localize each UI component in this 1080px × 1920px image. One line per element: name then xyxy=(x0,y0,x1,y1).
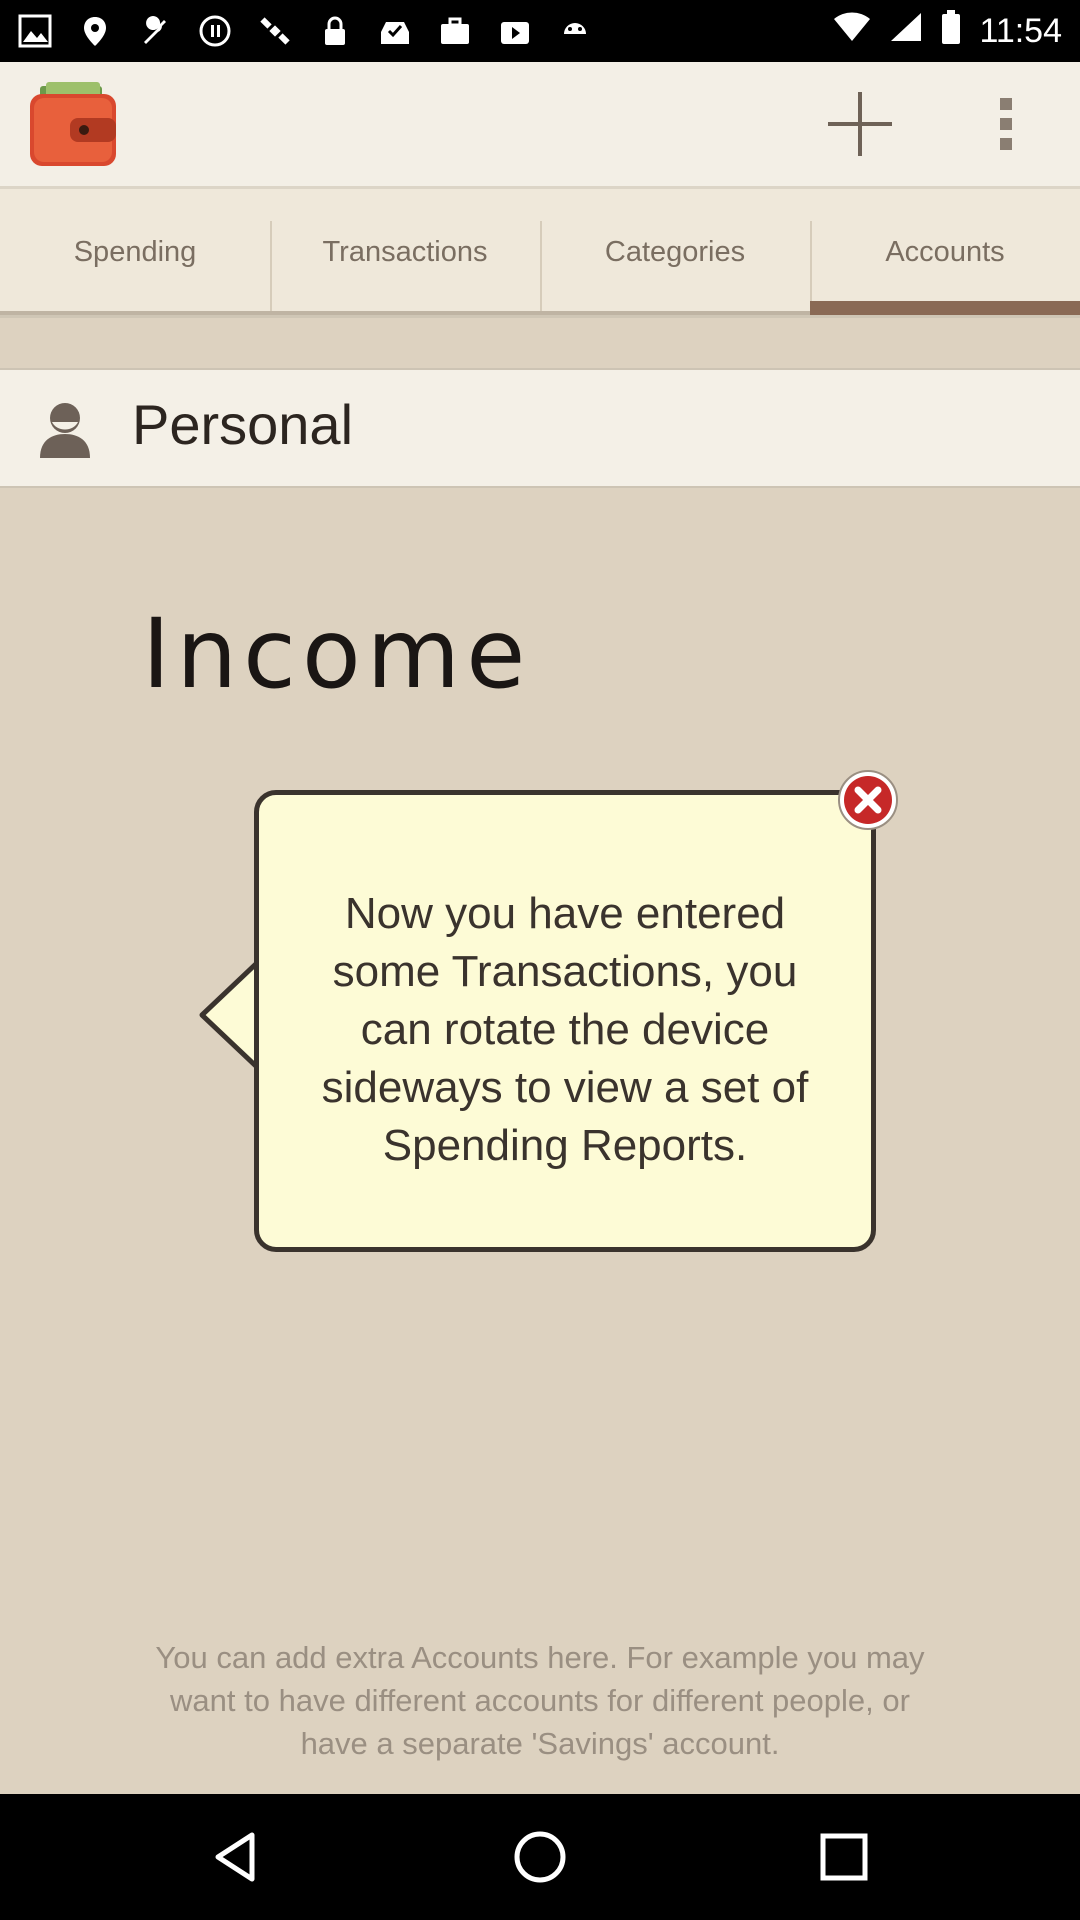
status-right: 11:54 xyxy=(833,9,1062,53)
tab-label: Categories xyxy=(604,235,746,268)
tab-underline xyxy=(540,311,810,315)
signal-icon xyxy=(889,11,923,52)
wifi-icon xyxy=(833,11,871,52)
back-button[interactable] xyxy=(208,1829,264,1885)
app-bar xyxy=(0,62,1080,189)
tooltip-line: can rotate the device xyxy=(360,1005,770,1054)
account-name: Personal xyxy=(132,393,354,456)
tab-label: Accounts xyxy=(885,235,1005,268)
tab-underline xyxy=(0,311,270,315)
home-icon xyxy=(514,1831,566,1883)
play-store-icon xyxy=(498,14,532,48)
close-tooltip-button[interactable] xyxy=(836,768,900,832)
recents-button[interactable] xyxy=(816,1829,872,1885)
home-button[interactable] xyxy=(512,1829,568,1885)
tooltip-line: Spending Reports. xyxy=(382,1121,748,1170)
section-heading: Income xyxy=(142,598,532,710)
navigation-bar xyxy=(0,1794,1080,1920)
briefcase-icon xyxy=(438,14,472,48)
overflow-menu-button[interactable] xyxy=(980,88,1032,160)
wrench-icon xyxy=(138,14,172,48)
inbox-check-icon xyxy=(378,14,412,48)
android-icon xyxy=(558,14,592,48)
recents-icon xyxy=(820,1833,868,1881)
person-icon xyxy=(38,400,92,458)
status-bar: 11:54 xyxy=(0,0,1080,62)
tooltip-line: sideways to view a set of xyxy=(321,1063,809,1112)
tab-active-indicator xyxy=(810,301,1080,315)
tooltip-line: Now you have entered xyxy=(344,889,786,938)
tab-transactions[interactable]: Transactions xyxy=(270,189,540,315)
tooltip-text: Now you have entered some Transactions, … xyxy=(279,885,851,1175)
plus-icon xyxy=(828,92,892,156)
tab-underline xyxy=(270,311,540,315)
stop-icon xyxy=(198,14,232,48)
footer-line: want to have different accounts for diff… xyxy=(170,1683,910,1718)
tooltip-line: some Transactions, you xyxy=(332,947,798,996)
battery-icon xyxy=(941,9,961,53)
satellite-icon xyxy=(258,14,292,48)
close-icon xyxy=(838,770,898,830)
tab-label: Transactions xyxy=(322,235,488,268)
tab-spending[interactable]: Spending xyxy=(0,189,270,315)
notification-icons xyxy=(18,0,592,62)
wallet-icon[interactable] xyxy=(30,82,116,166)
add-button[interactable] xyxy=(824,88,896,160)
tab-accounts[interactable]: Accounts xyxy=(810,189,1080,315)
tab-bar: Spending Transactions Categories Account… xyxy=(0,189,1080,318)
footer-tip: You can add extra Accounts here. For exa… xyxy=(70,1636,1010,1765)
tab-categories[interactable]: Categories xyxy=(540,189,810,315)
tab-label: Spending xyxy=(73,235,197,268)
account-row[interactable]: Personal xyxy=(0,368,1080,488)
photo-icon xyxy=(18,14,52,48)
footer-line: have a separate 'Savings' account. xyxy=(300,1726,780,1761)
lock-icon xyxy=(318,14,352,48)
footer-line: You can add extra Accounts here. For exa… xyxy=(155,1640,925,1675)
tooltip-bubble: Now you have entered some Transactions, … xyxy=(254,790,876,1252)
status-time: 11:54 xyxy=(979,11,1062,50)
fake-gps-icon xyxy=(78,14,112,48)
back-icon xyxy=(215,1832,255,1882)
tooltip-tail xyxy=(198,960,262,1070)
overflow-menu-icon xyxy=(1000,98,1012,150)
